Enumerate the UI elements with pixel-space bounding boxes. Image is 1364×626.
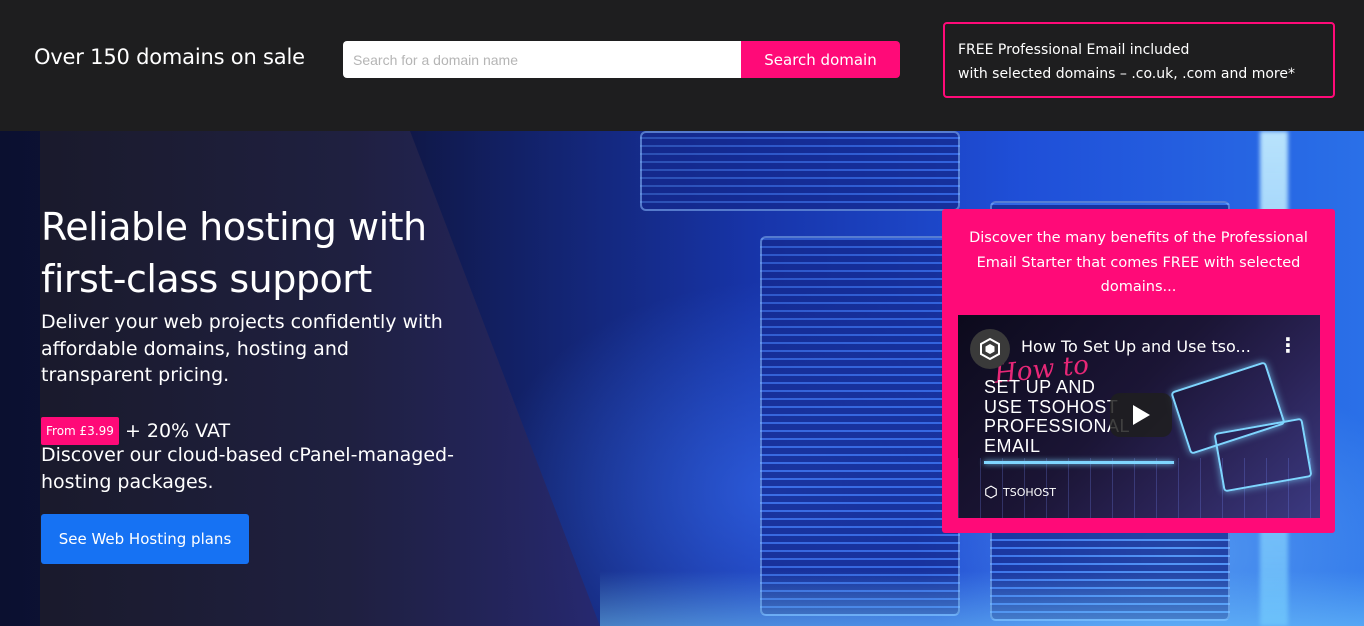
hero-banner: Reliable hosting with first-class suppor…: [0, 131, 1364, 626]
thumb-line: SET UP AND: [984, 377, 1096, 397]
server-rack-image: [760, 236, 960, 616]
video-thumbnail-text: SET UP AND USE TSOHOST PROFESSIONAL EMAI…: [984, 377, 1131, 456]
video-title[interactable]: How To Set Up and Use tso...: [1021, 337, 1261, 356]
thumb-line: PROFESSIONAL: [984, 416, 1131, 436]
email-video-card: Discover the many benefits of the Profes…: [942, 209, 1335, 533]
free-email-promo: FREE Professional Email included with se…: [943, 22, 1335, 98]
hero-description: Discover our cloud-based cPanel-managed-…: [41, 444, 454, 493]
hero-heading: Reliable hosting with first-class suppor…: [41, 205, 427, 301]
domains-sale-title: Over 150 domains on sale: [34, 45, 305, 69]
video-brand-label: TSOHOST: [1003, 485, 1056, 499]
hero-subheading: Deliver your web projects confidently wi…: [41, 311, 443, 386]
promo-line-2: with selected domains – .co.uk, .com and…: [958, 66, 1295, 82]
search-domain-button[interactable]: Search domain: [741, 41, 900, 78]
server-rack-image: [640, 131, 960, 211]
play-icon[interactable]: [1110, 393, 1172, 437]
more-vert-icon[interactable]: ⋮: [1278, 335, 1298, 355]
video-brand: TSOHOST: [984, 485, 1056, 499]
price-vat: + 20% VAT: [124, 420, 231, 442]
floor-glow: [600, 571, 1364, 626]
see-web-hosting-plans-button[interactable]: See Web Hosting plans: [41, 514, 249, 564]
tsohost-logo-icon[interactable]: [970, 329, 1010, 369]
video-accent-line: [984, 461, 1174, 464]
thumb-line: EMAIL: [984, 435, 1041, 456]
promo-line-1: FREE Professional Email included: [958, 42, 1190, 58]
tsohost-logo-icon: [985, 485, 997, 499]
domain-search-input[interactable]: [343, 41, 741, 78]
thumb-line: USE TSOHOST: [984, 396, 1119, 417]
top-bar: Over 150 domains on sale Search domain F…: [0, 0, 1364, 131]
price-badge: From £3.99: [41, 417, 119, 445]
video-card-text: Discover the many benefits of the Profes…: [969, 230, 1308, 295]
youtube-video-embed[interactable]: How to SET UP AND USE TSOHOST PROFESSION…: [958, 315, 1320, 518]
price-line: From £3.99 + 20% VAT: [41, 417, 230, 445]
